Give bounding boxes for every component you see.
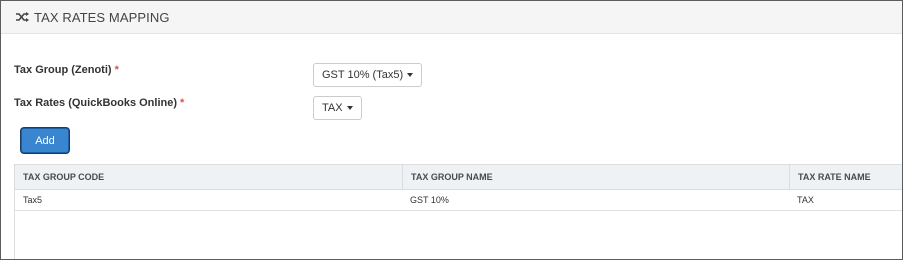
tax-rates-selected: TAX bbox=[322, 102, 343, 114]
panel-title: TAX RATES MAPPING bbox=[34, 9, 170, 25]
tax-group-dropdown[interactable]: GST 10% (Tax5) bbox=[313, 63, 423, 87]
tax-rates-dropdown[interactable]: TAX bbox=[313, 96, 362, 120]
tax-group-selected: GST 10% (Tax5) bbox=[322, 69, 404, 81]
cell-tax-group-name: GST 10% bbox=[410, 194, 449, 205]
column-header-tax-rate-name[interactable]: TAX RATE NAME bbox=[789, 165, 902, 189]
column-header-tax-group-name[interactable]: TAX GROUP NAME bbox=[402, 165, 789, 189]
tax-rates-label-text: Tax Rates (QuickBooks Online) bbox=[14, 97, 178, 109]
tax-rates-mapping-panel: TAX RATES MAPPING Tax Group (Zenoti) * GS… bbox=[0, 0, 903, 260]
caret-down-icon bbox=[346, 106, 353, 110]
caret-down-icon bbox=[407, 73, 414, 77]
table-header-row: TAX GROUP CODE TAX GROUP NAME TAX RATE N… bbox=[15, 165, 902, 190]
column-header-tax-group-code[interactable]: TAX GROUP CODE bbox=[15, 165, 402, 189]
required-mark: * bbox=[180, 97, 185, 109]
add-button[interactable]: Add bbox=[21, 128, 69, 153]
cell-tax-rate-name: TAX bbox=[797, 194, 814, 205]
table-row[interactable]: Tax5 GST 10% TAX bbox=[15, 189, 902, 211]
tax-rates-label: Tax Rates (QuickBooks Online) * bbox=[14, 97, 184, 109]
tax-group-label: Tax Group (Zenoti) * bbox=[14, 64, 119, 76]
cell-tax-group-code: Tax5 bbox=[23, 194, 43, 205]
required-mark: * bbox=[114, 64, 119, 76]
panel-header: TAX RATES MAPPING bbox=[1, 1, 902, 34]
shuffle-icon bbox=[16, 11, 29, 23]
tax-group-label-text: Tax Group (Zenoti) bbox=[14, 64, 112, 76]
mapping-table: TAX GROUP CODE TAX GROUP NAME TAX RATE N… bbox=[14, 164, 902, 259]
